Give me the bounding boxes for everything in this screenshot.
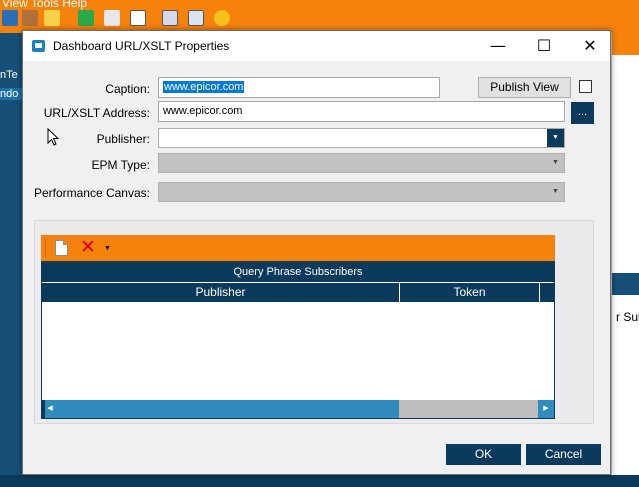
background-bottom-bar: [0, 475, 639, 487]
eraser-icon[interactable]: [104, 10, 120, 26]
dialog-titlebar[interactable]: Dashboard URL/XSLT Properties — ☐ ✕: [23, 31, 610, 61]
new-document-icon[interactable]: [55, 240, 68, 256]
chevron-down-icon[interactable]: ▼: [547, 183, 564, 201]
grid-toolbar: ✕ ▼: [41, 235, 555, 261]
epm-type-label: EPM Type:: [91, 158, 150, 172]
save-icon[interactable]: [2, 10, 18, 26]
print-icon[interactable]: [162, 10, 178, 26]
mouse-cursor-icon: [47, 128, 59, 146]
minimize-button[interactable]: —: [476, 31, 520, 61]
browse-button[interactable]: ...: [571, 102, 594, 124]
properties-dialog: Dashboard URL/XSLT Properties — ☐ ✕ Capt…: [22, 30, 611, 475]
scrollbar-edge: [42, 400, 45, 418]
publish-view-button[interactable]: Publish View: [478, 77, 571, 98]
column-header-publisher[interactable]: Publisher: [42, 283, 400, 302]
ok-button[interactable]: OK: [446, 444, 521, 465]
chevron-down-icon[interactable]: ▼: [547, 154, 564, 172]
subscribers-grid[interactable]: Query Phrase Subscribers Publisher Token…: [41, 261, 555, 419]
folder-icon[interactable]: [44, 10, 60, 26]
scroll-right-icon[interactable]: ▶: [538, 400, 554, 418]
horizontal-scrollbar[interactable]: ◀ ▶: [42, 400, 554, 418]
publisher-label: Publisher:: [96, 132, 150, 146]
preview-icon[interactable]: [188, 10, 204, 26]
performance-canvas-dropdown[interactable]: ▼: [158, 182, 565, 202]
background-left-label-1: nTe: [0, 69, 18, 81]
maximize-button[interactable]: ☐: [522, 31, 566, 61]
brush-icon[interactable]: [22, 10, 38, 26]
help-icon[interactable]: [214, 10, 230, 26]
dialog-title: Dashboard URL/XSLT Properties: [53, 39, 230, 53]
background-right-band: [612, 273, 639, 295]
epm-type-dropdown[interactable]: ▼: [158, 153, 565, 173]
cancel-button[interactable]: Cancel: [526, 444, 601, 465]
background-left-pane: nTe ndo: [0, 33, 22, 487]
refresh-icon[interactable]: [78, 10, 94, 26]
dropdown-arrow-icon[interactable]: ▼: [104, 245, 111, 252]
chevron-down-icon[interactable]: ▼: [547, 129, 564, 147]
subscribers-panel: ✕ ▼ Query Phrase Subscribers Publisher T…: [34, 220, 594, 424]
column-header-token[interactable]: Token: [400, 283, 540, 302]
background-toolbar: View Tools Help: [0, 0, 639, 33]
background-menu-bar[interactable]: View Tools Help: [2, 0, 87, 10]
performance-canvas-label: Performance Canvas:: [33, 186, 150, 200]
delete-icon[interactable]: ✕: [80, 237, 96, 257]
caption-label: Caption:: [105, 82, 150, 96]
close-button[interactable]: ✕: [568, 31, 612, 61]
grid-header: Publisher Token: [42, 282, 554, 302]
background-right-header: [612, 33, 639, 55]
background-right-label: r Sub: [616, 310, 639, 324]
publish-view-checkbox[interactable]: [579, 80, 592, 93]
grid-caption: Query Phrase Subscribers: [42, 262, 554, 282]
background-left-label-2: ndo: [0, 88, 22, 100]
background-right-pane: r Sub: [611, 33, 639, 487]
url-label: URL/XSLT Address:: [43, 106, 150, 120]
checklist-icon[interactable]: [130, 10, 146, 26]
scrollbar-thumb[interactable]: [58, 400, 399, 418]
app-icon: [32, 40, 45, 52]
url-input[interactable]: www.epicor.com: [158, 101, 565, 122]
caption-input[interactable]: www.epicor.com: [158, 77, 440, 98]
caption-value: www.epicor.com: [163, 81, 245, 93]
publisher-dropdown[interactable]: ▼: [158, 128, 565, 148]
toolbar-separator: [45, 239, 46, 257]
